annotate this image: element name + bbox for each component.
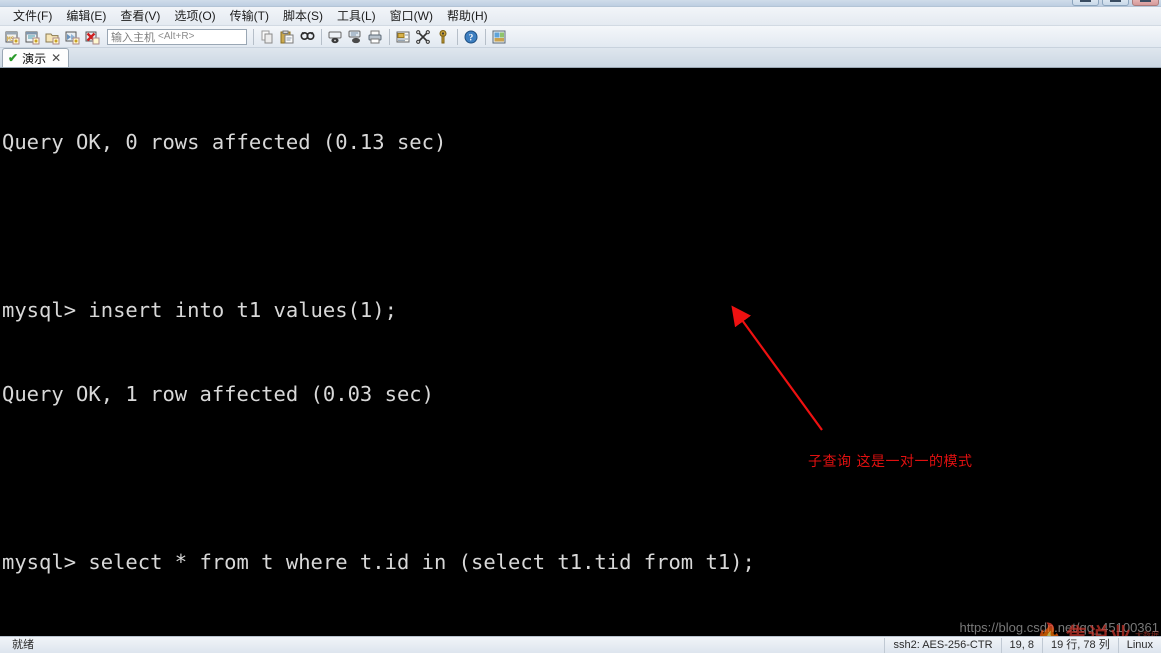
annotation-label: 子查询 这是一对一的模式	[808, 454, 973, 470]
menu-tools[interactable]: 工具(L)	[330, 7, 383, 25]
status-bar: 就绪 ssh2: AES-256-CTR 19, 8 19 行, 78 列 Li…	[0, 636, 1161, 653]
new-tab-icon[interactable]	[23, 27, 42, 46]
toolbar-separator	[253, 28, 254, 45]
print-icon[interactable]	[366, 27, 385, 46]
menu-window[interactable]: 窗口(W)	[383, 7, 440, 25]
terminal-line: Query OK, 0 rows affected (0.13 sec)	[2, 130, 447, 154]
print-screen-icon[interactable]	[346, 27, 365, 46]
securecrt-window: 文件(F) 编辑(E) 查看(V) 选项(O) 传输(T) 脚本(S) 工具(L…	[0, 0, 1161, 653]
key-icon[interactable]	[434, 27, 453, 46]
menu-view[interactable]: 查看(V)	[113, 7, 167, 25]
watermark-logo: 🔥 焦说业 大数据	[1035, 620, 1159, 637]
find-icon[interactable]	[298, 27, 317, 46]
maximize-button[interactable]	[1102, 0, 1129, 6]
toolbar-separator	[485, 28, 486, 45]
tab-label: 演示	[22, 51, 47, 66]
host-input[interactable]: 输入主机 <Alt+R>	[107, 28, 247, 45]
menu-script[interactable]: 脚本(S)	[276, 7, 330, 25]
menu-bar: 文件(F) 编辑(E) 查看(V) 选项(O) 传输(T) 脚本(S) 工具(L…	[0, 7, 1161, 26]
status-cipher: ssh2: AES-256-CTR	[884, 637, 1000, 653]
toolbar: MS 输入主机 <Alt+R> ?	[0, 26, 1161, 48]
tab-demo[interactable]: ✔ 演示 ✕	[2, 48, 70, 67]
connected-check-icon: ✔	[8, 51, 19, 65]
watermark-brand: 焦说业	[1066, 620, 1132, 636]
menu-edit[interactable]: 编辑(E)	[59, 7, 113, 25]
watermark-brand-sub: 大数据	[1135, 630, 1159, 637]
menu-help[interactable]: 帮助(H)	[440, 7, 495, 25]
log-session-icon[interactable]	[326, 27, 345, 46]
terminal-pane[interactable]: Query OK, 0 rows affected (0.13 sec) mys…	[0, 68, 1161, 636]
toolbar-separator	[389, 28, 390, 45]
terminal-line: mysql> insert into t1 values(1);	[2, 298, 397, 322]
status-emulation: Linux	[1117, 637, 1161, 653]
status-cursor-pos: 19, 8	[1000, 637, 1042, 653]
disconnect-icon[interactable]	[83, 27, 102, 46]
clone-session-icon[interactable]	[43, 27, 62, 46]
svg-text:?: ?	[469, 32, 474, 42]
close-icon[interactable]: ✕	[50, 52, 62, 64]
global-options-icon[interactable]	[414, 27, 433, 46]
flame-icon: 🔥	[1035, 622, 1063, 637]
menu-options[interactable]: 选项(O)	[167, 7, 222, 25]
toolbar-separator	[321, 28, 322, 45]
copy-icon[interactable]	[258, 27, 277, 46]
arrange-icon[interactable]	[490, 27, 509, 46]
tab-strip: ✔ 演示 ✕	[0, 48, 1161, 68]
terminal-line: Query OK, 1 row affected (0.03 sec)	[2, 382, 434, 406]
menu-file[interactable]: 文件(F)	[6, 7, 59, 25]
host-placeholder: 输入主机	[111, 31, 155, 44]
help-icon[interactable]: ?	[462, 27, 481, 46]
status-dimensions: 19 行, 78 列	[1042, 637, 1118, 653]
minimize-button[interactable]	[1072, 0, 1099, 6]
status-ready: 就绪	[12, 638, 34, 651]
paste-icon[interactable]	[278, 27, 297, 46]
title-bar	[0, 0, 1161, 7]
terminal-output: Query OK, 0 rows affected (0.13 sec) mys…	[0, 68, 755, 636]
menu-transfer[interactable]: 传输(T)	[223, 7, 276, 25]
connect-sftp-icon[interactable]	[63, 27, 82, 46]
close-button[interactable]	[1132, 0, 1159, 6]
toolbar-separator	[457, 28, 458, 45]
host-hotkey-hint: <Alt+R>	[158, 31, 195, 42]
terminal-line: ERROR 2006 (HY000): MySQL server has gon…	[2, 632, 755, 636]
session-options-icon[interactable]	[394, 27, 413, 46]
new-session-icon[interactable]: MS	[3, 27, 22, 46]
window-controls	[1072, 0, 1159, 6]
terminal-line: mysql> select * from t where t.id in (se…	[2, 550, 755, 574]
